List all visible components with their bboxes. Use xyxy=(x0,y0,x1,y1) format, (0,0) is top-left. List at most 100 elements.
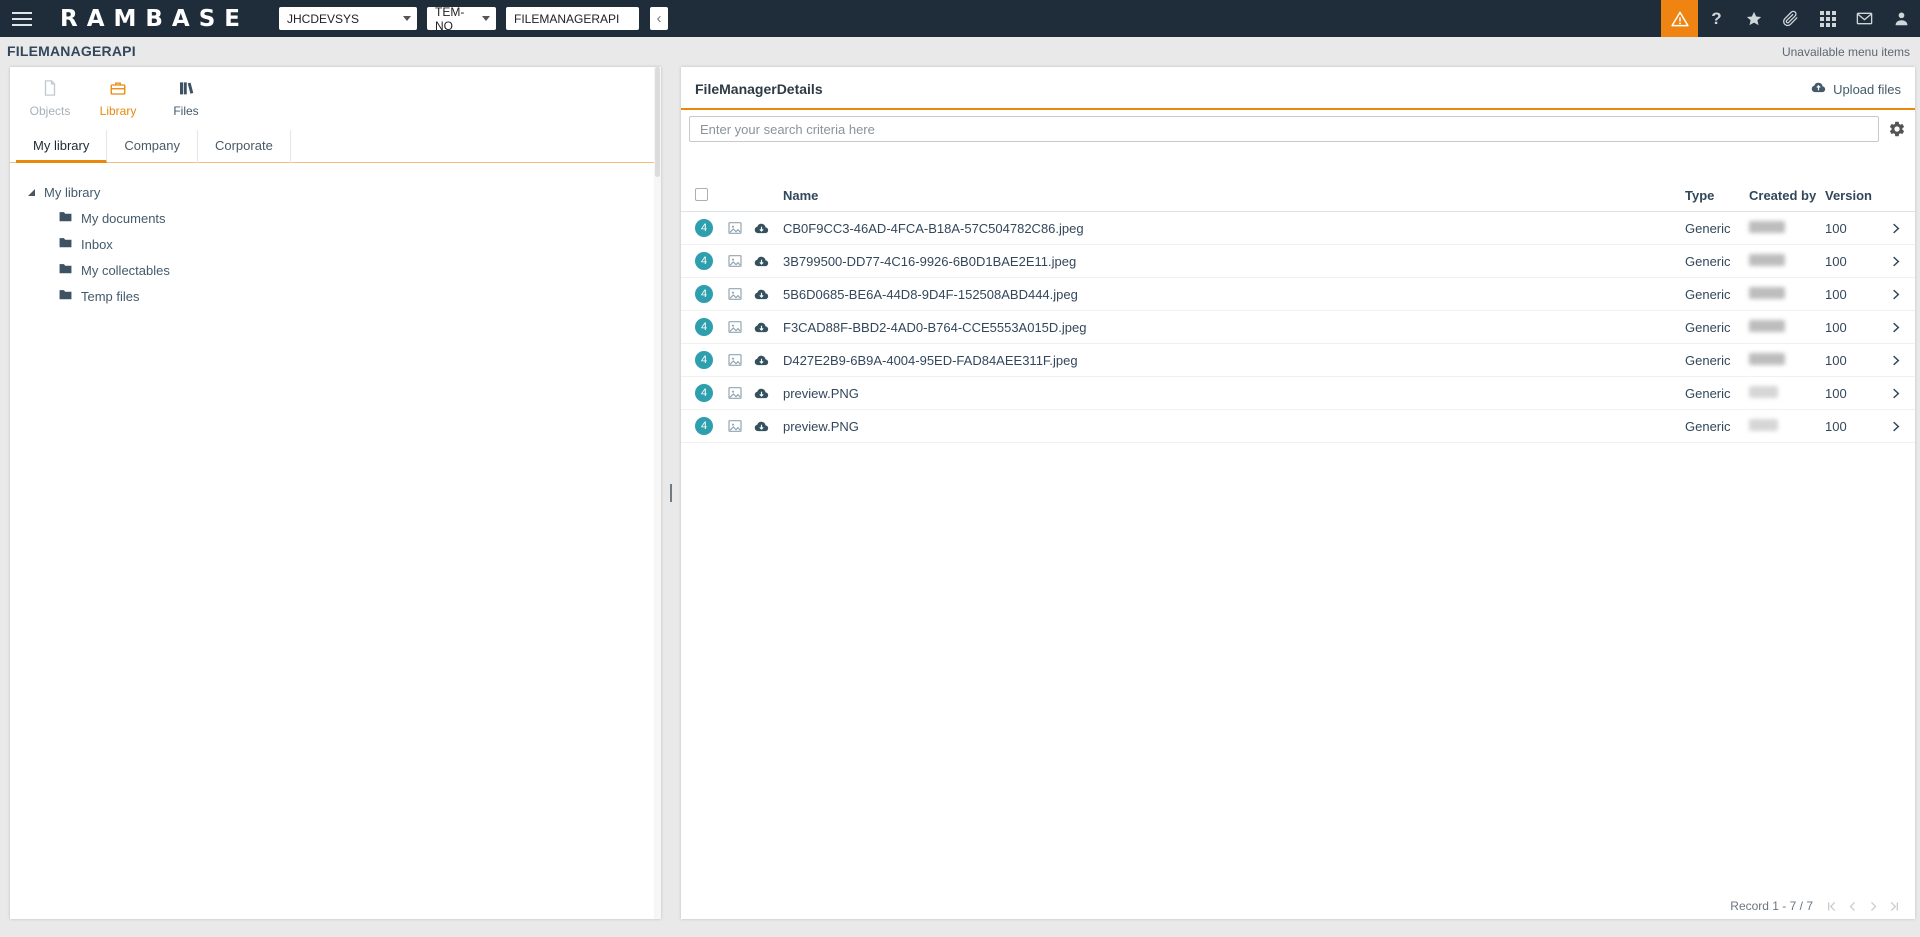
tree-item[interactable]: My documents xyxy=(20,205,661,231)
created-by-redacted xyxy=(1749,319,1785,332)
table-row[interactable]: 4 5B6D0685-BE6A-44D8-9D4F-152508ABD444.j… xyxy=(681,278,1915,311)
table-row[interactable]: 4 preview.PNG Generic 100 xyxy=(681,377,1915,410)
chevron-right-icon[interactable] xyxy=(1888,386,1903,401)
cloud-download-icon[interactable] xyxy=(753,319,783,336)
cloud-download-icon[interactable] xyxy=(753,253,783,270)
cloud-download-icon[interactable] xyxy=(753,385,783,402)
file-name[interactable]: D427E2B9-6B9A-4004-95ED-FAD84AEE311F.jpe… xyxy=(783,353,1685,368)
user-icon[interactable] xyxy=(1883,0,1920,37)
library-toolbar: Objects Library Files xyxy=(10,67,661,122)
file-name[interactable]: 3B799500-DD77-4C16-9926-6B0D1BAE2E11.jpe… xyxy=(783,254,1685,269)
chevron-right-icon[interactable] xyxy=(1888,419,1903,434)
file-name[interactable]: preview.PNG xyxy=(783,386,1685,401)
tree-item-label: Temp files xyxy=(81,288,140,304)
status-badge: 4 xyxy=(695,219,713,237)
system-select-value: JHCDEVSYS xyxy=(287,11,360,26)
unavailable-menu-items-link[interactable]: Unavailable menu items xyxy=(1782,45,1910,59)
file-type: Generic xyxy=(1685,418,1731,434)
status-badge: 4 xyxy=(695,384,713,402)
tree-item[interactable]: Inbox xyxy=(20,231,661,257)
table-row[interactable]: 4 D427E2B9-6B9A-4004-95ED-FAD84AEE311F.j… xyxy=(681,344,1915,377)
file-type: Generic xyxy=(1685,286,1731,302)
table-row[interactable]: 4 3B799500-DD77-4C16-9926-6B0D1BAE2E11.j… xyxy=(681,245,1915,278)
help-icon[interactable]: ? xyxy=(1698,0,1735,37)
alert-icon[interactable] xyxy=(1661,0,1698,37)
chevron-right-icon[interactable] xyxy=(1888,353,1903,368)
tree-item[interactable]: Temp files xyxy=(20,283,661,309)
chevron-right-icon[interactable] xyxy=(1888,221,1903,236)
upload-files-label: Upload files xyxy=(1833,81,1901,97)
table-row[interactable]: 4 F3CAD88F-BBD2-4AD0-B764-CCE5553A015D.j… xyxy=(681,311,1915,344)
file-type: Generic xyxy=(1685,319,1731,335)
system-select[interactable]: JHCDEVSYS xyxy=(279,7,418,30)
tab-company[interactable]: Company xyxy=(107,130,198,163)
select-all-checkbox[interactable] xyxy=(695,187,708,201)
tab-corporate[interactable]: Corporate xyxy=(198,130,291,163)
mail-icon[interactable] xyxy=(1846,0,1883,37)
folder-icon xyxy=(58,261,73,279)
library-label: Library xyxy=(99,104,137,118)
tree-item-label: My documents xyxy=(81,210,166,226)
details-header: FileManagerDetails Upload files xyxy=(681,67,1915,108)
cloud-download-icon[interactable] xyxy=(753,352,783,369)
next-page-icon[interactable] xyxy=(1867,900,1880,913)
page-title: FILEMANAGERAPI xyxy=(7,43,136,59)
previous-page-icon[interactable] xyxy=(1846,900,1859,913)
details-title: FileManagerDetails xyxy=(695,81,823,97)
upload-files-button[interactable]: Upload files xyxy=(1810,79,1901,99)
table-row[interactable]: 4 preview.PNG Generic 100 xyxy=(681,410,1915,443)
cloud-download-icon[interactable] xyxy=(753,220,783,237)
table-row[interactable]: 4 CB0F9CC3-46AD-4FCA-B18A-57C504782C86.j… xyxy=(681,212,1915,245)
chevron-right-icon[interactable] xyxy=(1888,254,1903,269)
program-search-input[interactable] xyxy=(506,7,640,30)
library-tree: My library My documents Inbox My collect… xyxy=(10,163,661,309)
column-header-created-by[interactable]: Created by xyxy=(1749,188,1825,203)
image-icon xyxy=(727,385,753,401)
topbar-icons: ? xyxy=(1661,0,1920,37)
menu-icon[interactable] xyxy=(12,0,42,37)
scrollbar-thumb[interactable] xyxy=(655,67,660,177)
chevron-right-icon[interactable] xyxy=(1888,320,1903,335)
file-version: 100 xyxy=(1825,418,1847,434)
last-page-icon[interactable] xyxy=(1888,900,1901,913)
file-name[interactable]: F3CAD88F-BBD2-4AD0-B764-CCE5553A015D.jpe… xyxy=(783,320,1685,335)
image-icon xyxy=(727,253,753,269)
column-header-type[interactable]: Type xyxy=(1685,188,1749,203)
file-name[interactable]: CB0F9CC3-46AD-4FCA-B18A-57C504782C86.jpe… xyxy=(783,221,1685,236)
first-page-icon[interactable] xyxy=(1825,900,1838,913)
tab-my-library[interactable]: My library xyxy=(16,130,108,163)
panel-splitter[interactable] xyxy=(661,67,681,919)
paperclip-icon[interactable] xyxy=(1772,0,1809,37)
library-button[interactable]: Library xyxy=(92,79,144,118)
company-select-value: TEM-NO xyxy=(435,4,465,33)
status-badge: 4 xyxy=(695,252,713,270)
column-header-name[interactable]: Name xyxy=(783,188,1685,203)
gear-icon[interactable] xyxy=(1888,120,1906,138)
scrollbar[interactable] xyxy=(654,67,661,919)
file-name[interactable]: 5B6D0685-BE6A-44D8-9D4F-152508ABD444.jpe… xyxy=(783,287,1685,302)
expand-caret-icon[interactable] xyxy=(28,188,35,196)
chevron-right-icon[interactable] xyxy=(1888,287,1903,302)
apps-icon[interactable] xyxy=(1809,0,1846,37)
files-button[interactable]: Files xyxy=(160,79,212,118)
tree-item[interactable]: My collectables xyxy=(20,257,661,283)
file-type: Generic xyxy=(1685,253,1731,269)
rambase-logo[interactable]: RAMBASE xyxy=(60,6,249,32)
objects-button[interactable]: Objects xyxy=(24,79,76,118)
tree-item-label: My collectables xyxy=(81,262,170,278)
star-icon[interactable] xyxy=(1735,0,1772,37)
tree-root-my-library[interactable]: My library xyxy=(20,179,661,205)
topbar: RAMBASE JHCDEVSYS TEM-NO ‹ ? xyxy=(0,0,1920,37)
column-header-version[interactable]: Version xyxy=(1825,188,1877,203)
company-select[interactable]: TEM-NO xyxy=(427,4,497,33)
tree-root-label: My library xyxy=(44,184,101,200)
search-row xyxy=(681,110,1915,142)
search-input[interactable] xyxy=(689,116,1879,142)
history-back-button[interactable]: ‹ xyxy=(650,7,669,30)
cloud-download-icon[interactable] xyxy=(753,286,783,303)
file-version: 100 xyxy=(1825,253,1847,269)
cloud-download-icon[interactable] xyxy=(753,418,783,435)
status-badge: 4 xyxy=(695,417,713,435)
file-name[interactable]: preview.PNG xyxy=(783,419,1685,434)
file-version: 100 xyxy=(1825,220,1847,236)
